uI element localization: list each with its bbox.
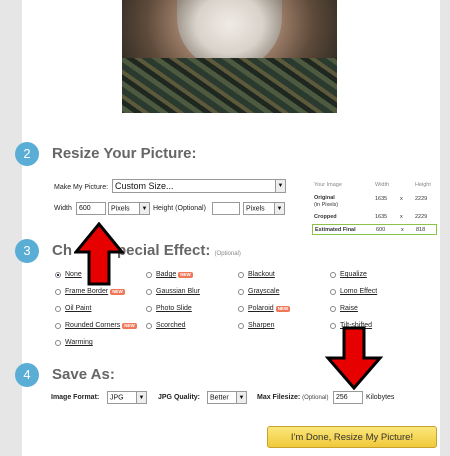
chevron-down-icon: ▼ xyxy=(236,392,246,403)
radio-button[interactable] xyxy=(238,271,244,278)
size-row-original-label: Original xyxy=(314,195,335,201)
effect-label[interactable]: Lomo Effect xyxy=(340,288,377,295)
size-header-height: Height xyxy=(415,182,431,188)
jpg-quality-label: JPG Quality: xyxy=(158,394,201,401)
new-badge: NEW xyxy=(110,288,125,295)
effect-label[interactable]: Badge xyxy=(156,271,176,278)
resize-picture-button[interactable]: I'm Done, Resize My Picture! xyxy=(267,426,437,448)
size-info-table: Your Image Width Height Original (in Pix… xyxy=(312,180,442,240)
radio-button[interactable] xyxy=(55,288,61,295)
radio-button[interactable] xyxy=(55,305,61,312)
size-header-width: Width xyxy=(375,182,390,188)
resize-section-title: Resize Your Picture: xyxy=(52,145,197,162)
effect-label[interactable]: Grayscale xyxy=(248,288,280,295)
radio-button[interactable] xyxy=(146,288,152,295)
radio-button[interactable] xyxy=(146,322,152,329)
filesize-unit-label: Kilobytes xyxy=(366,394,395,401)
image-format-select[interactable]: JPG ▼ xyxy=(107,391,147,404)
size-header-image: Your Image xyxy=(314,182,342,188)
effect-label[interactable]: Equalize xyxy=(340,271,367,278)
size-row-cropped-label: Cropped xyxy=(314,214,337,220)
max-filesize-label: Max Filesize: (Optional) xyxy=(257,394,329,401)
effect-option[interactable]: Sharpen xyxy=(238,322,274,329)
effect-option[interactable]: Photo Slide xyxy=(146,305,192,312)
size-row-original-width: 1635 xyxy=(375,196,388,202)
chevron-down-icon: ▼ xyxy=(274,203,284,214)
effect-option[interactable]: Blackout xyxy=(238,271,275,278)
effect-label[interactable]: Rounded Corners xyxy=(65,322,120,329)
radio-button[interactable] xyxy=(238,322,244,329)
effect-label[interactable]: Frame Border xyxy=(65,288,108,295)
size-row-original-sub: (in Pixels) xyxy=(314,202,339,208)
effect-option[interactable]: Gaussian Blur xyxy=(146,288,200,295)
radio-button[interactable] xyxy=(238,288,244,295)
effect-option[interactable]: Warming xyxy=(55,339,93,346)
image-format-label: Image Format: xyxy=(51,394,100,401)
chevron-down-icon: ▼ xyxy=(139,203,149,214)
radio-button[interactable] xyxy=(330,288,336,295)
effect-option[interactable]: Grayscale xyxy=(238,288,280,295)
effect-option[interactable]: Equalize xyxy=(330,271,367,278)
size-row-original-height: 2229 xyxy=(415,196,428,202)
width-input[interactable]: 600 xyxy=(76,202,106,215)
new-badge: NEW xyxy=(275,305,291,312)
size-row-cropped-x: x xyxy=(400,214,403,220)
size-row-final-width: 600 xyxy=(376,227,386,233)
new-badge: NEW xyxy=(122,322,137,329)
effect-option[interactable]: Scorched xyxy=(146,322,186,329)
page: 2 Resize Your Picture: Make My Picture: … xyxy=(0,0,450,456)
arrow-down-icon xyxy=(324,326,384,390)
max-filesize-input[interactable]: 256 xyxy=(333,391,363,404)
radio-button[interactable] xyxy=(55,271,61,278)
height-unit-select[interactable]: Pixels ▼ xyxy=(243,202,285,215)
chevron-down-icon: ▼ xyxy=(136,392,146,403)
radio-button[interactable] xyxy=(238,305,244,312)
chevron-down-icon: ▼ xyxy=(275,180,285,192)
effect-option[interactable]: Raise xyxy=(330,305,358,312)
photo-preview xyxy=(122,0,337,113)
effect-label[interactable]: Blackout xyxy=(248,271,275,278)
radio-button[interactable] xyxy=(330,271,336,278)
radio-button[interactable] xyxy=(146,305,152,312)
effect-label[interactable]: Oil Paint xyxy=(65,305,91,312)
left-margin xyxy=(0,0,22,456)
arrow-up-icon xyxy=(74,222,124,286)
effect-label[interactable]: Raise xyxy=(340,305,358,312)
estimated-final-row: Estimated Final 600 x 818 xyxy=(312,224,437,235)
save-section-title: Save As: xyxy=(52,366,115,383)
radio-button[interactable] xyxy=(146,271,152,278)
radio-button[interactable] xyxy=(55,339,61,346)
width-unit-select[interactable]: Pixels ▼ xyxy=(108,202,150,215)
height-label: Height (Optional) xyxy=(153,205,206,212)
jpg-quality-select[interactable]: Better ▼ xyxy=(207,391,247,404)
size-row-final-label: Estimated Final xyxy=(315,227,356,233)
effect-option[interactable]: Lomo Effect xyxy=(330,288,377,295)
effect-option[interactable]: Badge NEW xyxy=(146,271,193,278)
effect-option[interactable]: Rounded Corners NEW xyxy=(55,322,137,329)
width-label: Width xyxy=(54,205,72,212)
step-4-badge: 4 xyxy=(15,363,39,387)
effect-label[interactable]: Warming xyxy=(65,339,93,346)
effect-label[interactable]: Sharpen xyxy=(248,322,274,329)
effect-option[interactable]: Polaroid NEW xyxy=(238,305,291,312)
radio-button[interactable] xyxy=(55,322,61,329)
new-badge: NEW xyxy=(178,271,193,278)
step-2-badge: 2 xyxy=(15,142,39,166)
effect-option[interactable]: Oil Paint xyxy=(55,305,91,312)
effect-option[interactable]: Frame Border NEW xyxy=(55,288,125,295)
make-picture-select[interactable]: Custom Size... ▼ xyxy=(112,179,286,193)
effect-label[interactable]: Polaroid xyxy=(248,305,274,312)
effect-label[interactable]: Photo Slide xyxy=(156,305,192,312)
effect-label[interactable]: Scorched xyxy=(156,322,186,329)
size-row-final-x: x xyxy=(401,227,404,233)
effect-label[interactable]: Gaussian Blur xyxy=(156,288,200,295)
size-row-cropped-width: 1635 xyxy=(375,214,388,220)
size-row-cropped-height: 2229 xyxy=(415,214,428,220)
size-row-original-x: x xyxy=(400,196,403,202)
size-row-final-height: 818 xyxy=(416,227,426,233)
radio-button[interactable] xyxy=(330,305,336,312)
height-input[interactable] xyxy=(212,202,240,215)
step-3-badge: 3 xyxy=(15,239,39,263)
make-picture-label: Make My Picture: xyxy=(54,184,109,191)
